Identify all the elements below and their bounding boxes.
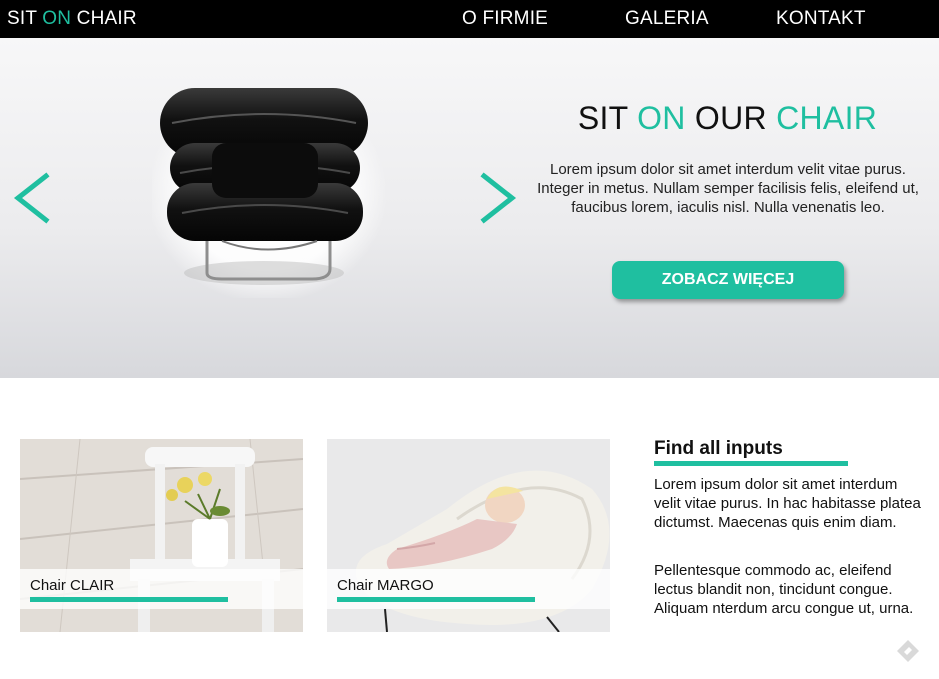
logo[interactable]: SIT ON CHAIR — [7, 8, 137, 30]
product-card-margo[interactable]: Chair MARGO — [327, 439, 610, 632]
top-navbar: SIT ON CHAIR O FIRMIE GALERIA KONTAKT — [0, 0, 939, 38]
side-title-underline — [654, 461, 848, 466]
chevron-right-icon[interactable] — [478, 168, 518, 228]
logo-part-on: ON — [42, 8, 72, 29]
card-underline — [30, 597, 228, 602]
logo-part-chair: CHAIR — [71, 8, 137, 29]
side-paragraph-2: Pellentesque commodo ac, eleifend lectus… — [654, 562, 914, 617]
see-more-button[interactable]: ZOBACZ WIĘCEJ — [612, 261, 844, 299]
card-title: Chair CLAIR — [30, 577, 115, 594]
feedback-icon[interactable] — [895, 638, 921, 664]
hero-slider: SIT ON OUR CHAIR Lorem ipsum dolor sit a… — [0, 38, 939, 378]
logo-part-sit: SIT — [7, 8, 43, 29]
product-card-clair[interactable]: Chair CLAIR — [20, 439, 303, 632]
side-paragraph-1: Lorem ipsum dolor sit amet interdum veli… — [654, 476, 921, 531]
hero-title-sit: SIT — [577, 100, 638, 136]
hero-title-chair: CHAIR — [776, 100, 878, 136]
hero-title: SIT ON OUR CHAIR — [520, 100, 935, 137]
armchair-image — [152, 83, 392, 298]
hero-title-on: ON — [637, 100, 686, 136]
side-title: Find all inputs — [654, 438, 783, 459]
card-underline — [337, 597, 535, 602]
hero-description: Lorem ipsum dolor sit amet interdum veli… — [537, 161, 919, 216]
hero-title-our: OUR — [685, 100, 777, 136]
nav-link-galeria[interactable]: GALERIA — [625, 8, 709, 30]
nav-link-kontakt[interactable]: KONTAKT — [776, 8, 866, 30]
nav-link-o-firmie[interactable]: O FIRMIE — [462, 8, 548, 30]
card-title: Chair MARGO — [337, 577, 434, 594]
card-caption: Chair CLAIR — [20, 569, 303, 609]
card-caption: Chair MARGO — [327, 569, 610, 609]
chevron-left-icon[interactable] — [12, 168, 52, 228]
